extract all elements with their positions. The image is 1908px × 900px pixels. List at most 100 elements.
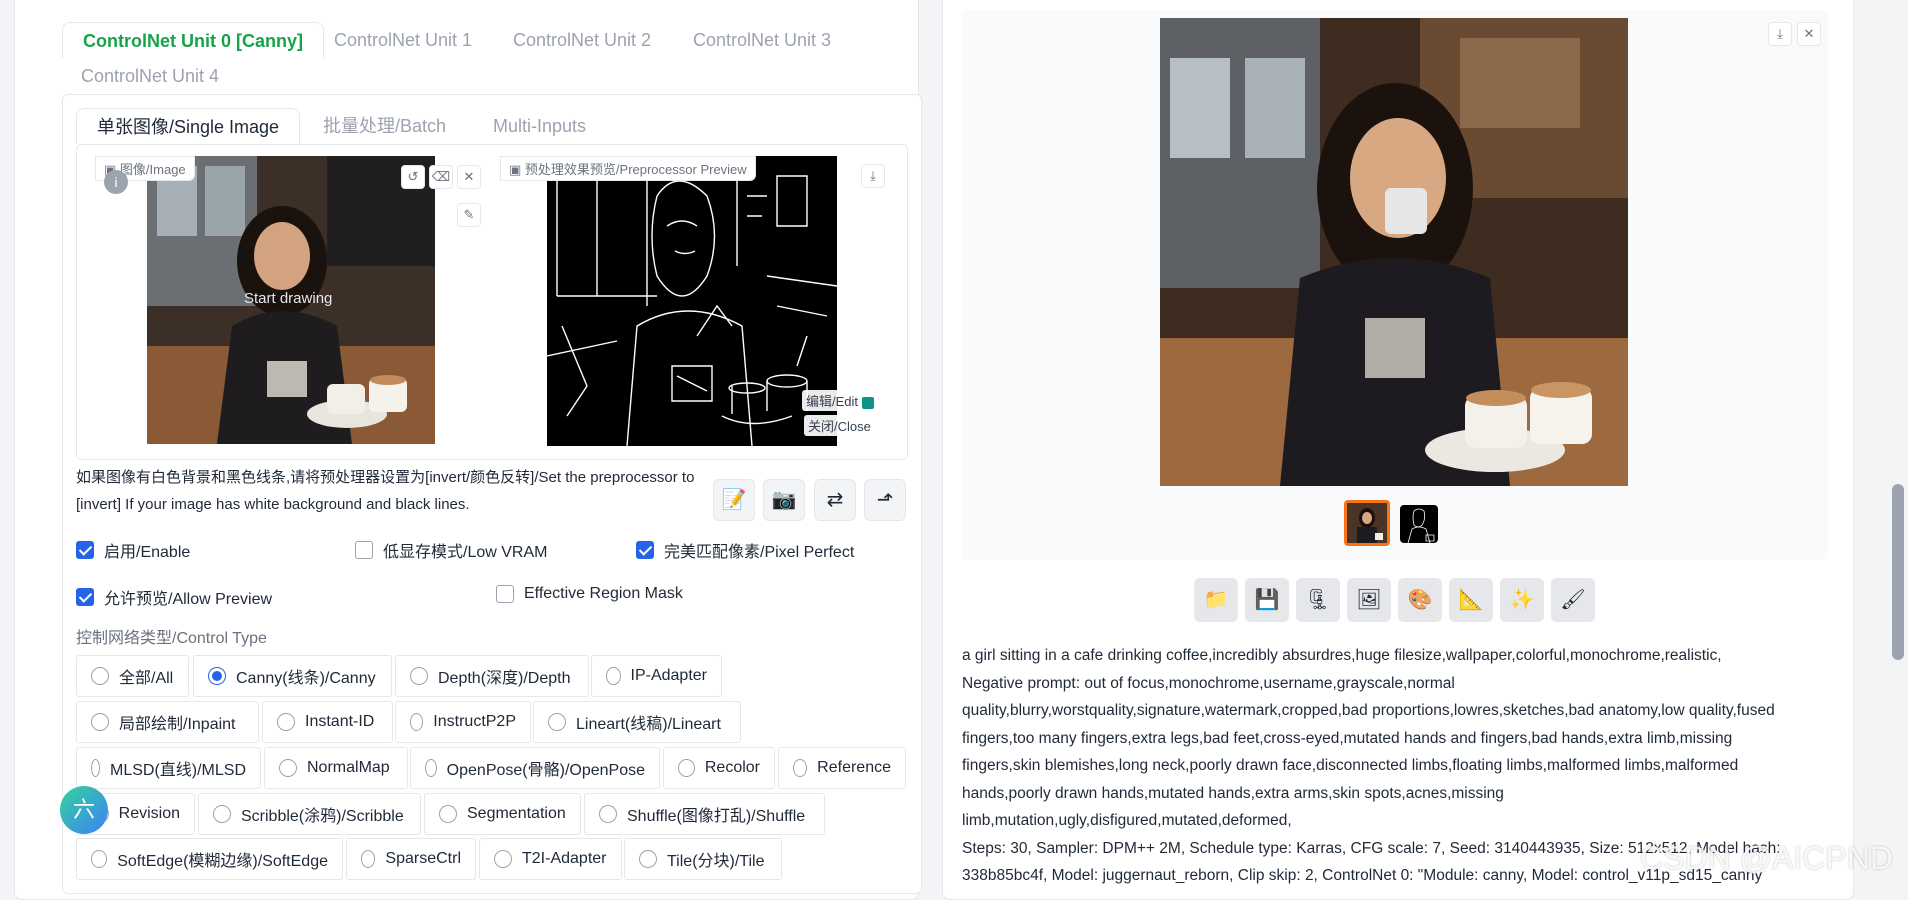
radio[interactable] bbox=[213, 805, 231, 823]
upscale-button[interactable]: ✨ bbox=[1500, 578, 1544, 622]
control-type-ip-adapter[interactable]: IP-Adapter bbox=[591, 655, 722, 697]
preview-label-text: 预处理效果预览/Preprocessor Preview bbox=[524, 162, 747, 177]
radio[interactable] bbox=[91, 850, 108, 868]
info-icon[interactable]: i bbox=[104, 170, 128, 194]
tab-controlnet-unit-3[interactable]: ControlNet Unit 3 bbox=[673, 22, 851, 58]
low-vram-label: 低显存模式/Low VRAM bbox=[383, 544, 548, 561]
output-image[interactable] bbox=[1160, 18, 1628, 486]
allow-preview-checkbox[interactable]: 允许预览/Allow Preview bbox=[76, 585, 272, 609]
send-to-inpaint-button[interactable]: 🎨 bbox=[1398, 578, 1442, 622]
close-icon[interactable]: ✕ bbox=[457, 165, 481, 189]
send-dimensions-button[interactable]: ⬏ bbox=[864, 479, 906, 521]
scrollbar-track[interactable] bbox=[1892, 0, 1904, 891]
tab-controlnet-unit-2[interactable]: ControlNet Unit 2 bbox=[493, 22, 671, 58]
camera-button[interactable]: 📷 bbox=[763, 479, 805, 521]
radio[interactable] bbox=[599, 805, 617, 823]
low-vram-checkbox[interactable]: 低显存模式/Low VRAM bbox=[355, 538, 547, 562]
edit-pencil-button[interactable]: 📝 bbox=[713, 479, 755, 521]
effective-region-mask-check[interactable] bbox=[496, 585, 514, 603]
radio[interactable] bbox=[678, 759, 695, 777]
control-type-instant-id[interactable]: Instant-ID bbox=[262, 701, 393, 743]
pixel-perfect-checkbox[interactable]: 完美匹配像素/Pixel Perfect bbox=[636, 538, 854, 562]
paint-button[interactable]: 🖌 bbox=[1551, 578, 1595, 622]
send-to-extras-button[interactable]: 📐 bbox=[1449, 578, 1493, 622]
scrollbar-thumb[interactable] bbox=[1892, 484, 1904, 660]
tab-controlnet-unit-0[interactable]: ControlNet Unit 0 [Canny] bbox=[62, 22, 324, 58]
radio[interactable] bbox=[279, 759, 297, 777]
control-type-shuffle[interactable]: Shuffle(图像打乱)/Shuffle bbox=[584, 793, 825, 835]
option-label: Reference bbox=[817, 759, 891, 776]
edit-icon bbox=[861, 396, 874, 409]
radio[interactable] bbox=[494, 850, 512, 868]
close-icon[interactable]: ✕ bbox=[1797, 22, 1821, 46]
control-type-openpose[interactable]: OpenPose(骨骼)/OpenPose bbox=[410, 747, 660, 789]
info-line: Negative prompt: out of focus,monochrome… bbox=[962, 674, 1455, 692]
control-type-mlsd[interactable]: MLSD(直线)/MLSD bbox=[76, 747, 261, 789]
swap-button[interactable]: ⇄ bbox=[814, 479, 856, 521]
option-label: Instant-ID bbox=[305, 713, 375, 730]
tab-single-image[interactable]: 单张图像/Single Image bbox=[76, 108, 301, 144]
option-label: NormalMap bbox=[307, 759, 390, 776]
control-type-softedge[interactable]: SoftEdge(模糊边缘)/SoftEdge bbox=[76, 838, 343, 880]
control-type-segmentation[interactable]: Segmentation bbox=[424, 793, 581, 835]
enable-checkbox[interactable]: 启用/Enable bbox=[76, 538, 190, 562]
radio[interactable] bbox=[639, 850, 657, 868]
radio[interactable] bbox=[410, 667, 428, 685]
control-type-sparsectrl[interactable]: SparseCtrl bbox=[346, 838, 476, 880]
allow-preview-check[interactable] bbox=[76, 588, 94, 606]
tab-multi-inputs[interactable]: Multi-Inputs bbox=[473, 108, 606, 144]
open-folder-button[interactable]: 📁 bbox=[1194, 578, 1238, 622]
pixel-perfect-check[interactable] bbox=[636, 541, 654, 559]
control-type-canny[interactable]: Canny(线条)/Canny bbox=[193, 655, 392, 697]
tab-controlnet-unit-1[interactable]: ControlNet Unit 1 bbox=[314, 22, 492, 58]
control-type-scribble[interactable]: Scribble(涂鸦)/Scribble bbox=[198, 793, 421, 835]
radio[interactable] bbox=[548, 713, 566, 731]
generated-image bbox=[1160, 18, 1628, 486]
ruler-icon: 📐 bbox=[1458, 589, 1484, 611]
close-button[interactable]: 关闭/Close bbox=[804, 415, 875, 436]
gallery-thumbnail-1[interactable] bbox=[1344, 500, 1390, 546]
control-type-all[interactable]: 全部/All bbox=[76, 655, 189, 697]
save-button[interactable]: 💾 bbox=[1245, 578, 1289, 622]
radio[interactable] bbox=[439, 805, 457, 823]
tab-controlnet-unit-4[interactable]: ControlNet Unit 4 bbox=[61, 58, 239, 94]
low-vram-check[interactable] bbox=[355, 541, 373, 559]
radio[interactable] bbox=[410, 713, 424, 731]
control-type-normalmap[interactable]: NormalMap bbox=[264, 747, 408, 789]
avatar[interactable]: 六 bbox=[60, 786, 108, 834]
option-label: Canny(线条)/Canny bbox=[236, 670, 376, 687]
enable-check[interactable] bbox=[76, 541, 94, 559]
eraser-icon[interactable]: ⌫ bbox=[429, 165, 453, 189]
control-type-lineart[interactable]: Lineart(线稿)/Lineart bbox=[533, 701, 741, 743]
reset-icon[interactable]: ↺ bbox=[401, 165, 425, 189]
edit-button[interactable]: 编辑/Edit bbox=[802, 390, 878, 411]
radio[interactable] bbox=[91, 713, 109, 731]
gallery-thumbnail-2[interactable] bbox=[1400, 505, 1438, 543]
control-type-recolor[interactable]: Recolor bbox=[663, 747, 775, 789]
send-to-img2img-button[interactable]: 🖼 bbox=[1347, 578, 1391, 622]
pen-icon[interactable]: ✎ bbox=[457, 203, 481, 227]
control-type-instructp2p[interactable]: InstructP2P bbox=[395, 701, 531, 743]
radio[interactable] bbox=[793, 759, 808, 777]
download-icon[interactable]: ⤓ bbox=[1768, 22, 1792, 46]
tab-batch[interactable]: 批量处理/Batch bbox=[303, 108, 466, 144]
control-type-tile[interactable]: Tile(分块)/Tile bbox=[624, 838, 782, 880]
download-icon[interactable]: ⤓ bbox=[861, 164, 885, 188]
control-type-depth[interactable]: Depth(深度)/Depth bbox=[395, 655, 589, 697]
radio[interactable] bbox=[277, 713, 295, 731]
sparkle-icon: ✨ bbox=[1509, 589, 1535, 611]
effective-region-mask-checkbox[interactable]: Effective Region Mask bbox=[496, 585, 683, 603]
radio[interactable] bbox=[425, 759, 437, 777]
radio[interactable] bbox=[91, 759, 100, 777]
control-type-t2i-adapter[interactable]: T2I-Adapter bbox=[479, 838, 622, 880]
radio-selected[interactable] bbox=[208, 667, 226, 685]
control-type-inpaint[interactable]: 局部绘制/Inpaint bbox=[76, 701, 259, 743]
radio[interactable] bbox=[606, 667, 621, 685]
swap-icon: ⇄ bbox=[826, 489, 844, 511]
control-type-reference[interactable]: Reference bbox=[778, 747, 906, 789]
image-label-text: 图像/Image bbox=[119, 162, 186, 177]
control-type-label: 控制网络类型/Control Type bbox=[76, 630, 267, 647]
radio[interactable] bbox=[91, 667, 109, 685]
zip-button[interactable]: 🗜 bbox=[1296, 578, 1340, 622]
radio[interactable] bbox=[361, 850, 376, 868]
